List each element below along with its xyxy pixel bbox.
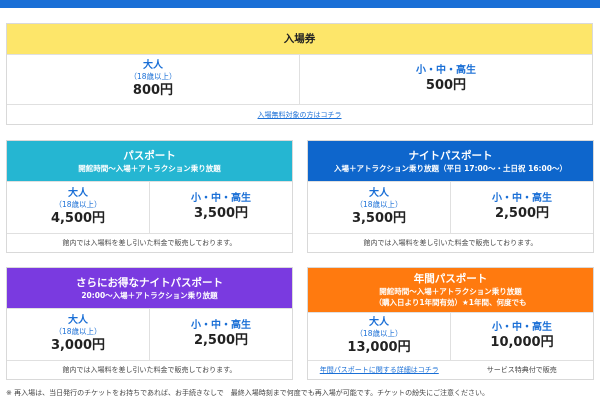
deal-night-passport-title: さらにお得なナイトパスポート	[76, 276, 223, 289]
student-label: 小・中・高生	[191, 320, 251, 331]
passport-title: パスポート	[123, 149, 176, 162]
adult-age: （18歳以上）	[129, 72, 177, 81]
adult-age: （18歳以上）	[54, 200, 102, 209]
deal-night-passport-subtitle: 20:00〜入場＋アトラクション乗り放題	[81, 290, 218, 300]
deal-night-passport-note: 館内では入場料を差し引いた料金で販売しております。	[7, 360, 292, 379]
deal-night-passport-header: さらにお得なナイトパスポート 20:00〜入場＋アトラクション乗り放題	[7, 268, 292, 308]
student-price: 10,000円	[490, 335, 554, 350]
admission-header: 入場券	[7, 24, 592, 54]
passport-student: 小・中・高生 3,500円	[149, 182, 292, 233]
passport-header: パスポート 開館時間〜入場＋アトラクション乗り放題	[7, 141, 292, 181]
adult-label: 大人	[369, 317, 389, 328]
passport-adult: 大人 （18歳以上） 4,500円	[7, 182, 149, 233]
deal-night-passport-card: さらにお得なナイトパスポート 20:00〜入場＋アトラクション乗り放題 大人 （…	[6, 267, 293, 380]
student-label: 小・中・高生	[416, 65, 476, 76]
admission-adult: 大人 （18歳以上） 800円	[7, 55, 299, 104]
annual-passport-subtitle: 開館時間〜入場＋アトラクション乗り放題	[379, 287, 522, 296]
night-passport-title: ナイトパスポート	[408, 149, 493, 162]
student-price: 2,500円	[193, 333, 249, 348]
passport-subtitle: 開館時間〜入場＋アトラクション乗り放題	[78, 163, 221, 173]
night-adult: 大人 （18歳以上） 3,500円	[308, 182, 450, 233]
free-admission-link[interactable]: 入場無料対象の方はコチラ	[258, 110, 342, 120]
student-label: 小・中・高生	[492, 322, 552, 333]
adult-age: （18歳以上）	[355, 329, 403, 338]
adult-label: 大人	[369, 188, 389, 199]
annual-passport-details-link[interactable]: 年間パスポートに関する詳細はコチラ	[320, 365, 439, 375]
adult-price: 13,000円	[347, 340, 411, 355]
student-price: 2,500円	[494, 206, 550, 221]
adult-age: （18歳以上）	[355, 200, 403, 209]
reentry-footnote: ※ 再入場は、当日発行のチケットをお持ちであれば、お手続きなしで 最終入場時刻ま…	[6, 389, 489, 397]
annual-passport-prices: 大人 （18歳以上） 13,000円 小・中・高生 10,000円	[308, 312, 593, 360]
student-price: 3,500円	[193, 206, 249, 221]
passport-note: 館内では入場料を差し引いた料金で販売しております。	[7, 233, 292, 252]
adult-label: 大人	[143, 60, 163, 71]
adult-price: 3,500円	[351, 211, 407, 226]
deal-student: 小・中・高生 2,500円	[149, 309, 292, 360]
admission-card: 入場券 大人 （18歳以上） 800円 小・中・高生 500円 入場無料対象の方…	[6, 23, 593, 125]
adult-price: 4,500円	[50, 211, 106, 226]
annual-passport-note: サービス特典付で販売	[486, 366, 557, 374]
annual-passport-card: 年間パスポート 開館時間〜入場＋アトラクション乗り放題 （購入日より1年間有効）…	[307, 267, 594, 380]
annual-link-cell: 年間パスポートに関する詳細はコチラ	[308, 361, 451, 379]
top-bar	[0, 0, 600, 8]
student-label: 小・中・高生	[492, 193, 552, 204]
night-passport-header: ナイトパスポート 入場＋アトラクション乗り放題（平日 17:00〜・土日祝 16…	[308, 141, 593, 181]
annual-passport-validity: （購入日より1年間有効）★1年間、何度でも	[374, 298, 527, 307]
annual-note-cell: サービス特典付で販売	[451, 361, 594, 379]
annual-passport-note-row: 年間パスポートに関する詳細はコチラ サービス特典付で販売	[308, 360, 593, 379]
passport-card: パスポート 開館時間〜入場＋アトラクション乗り放題 大人 （18歳以上） 4,5…	[6, 140, 293, 253]
adult-price: 3,000円	[50, 338, 106, 353]
deal-adult: 大人 （18歳以上） 3,000円	[7, 309, 149, 360]
adult-label: 大人	[68, 188, 88, 199]
admission-note: 入場無料対象の方はコチラ	[7, 104, 592, 124]
annual-passport-header: 年間パスポート 開館時間〜入場＋アトラクション乗り放題 （購入日より1年間有効）…	[308, 268, 593, 312]
adult-price: 800円	[132, 83, 174, 98]
night-passport-card: ナイトパスポート 入場＋アトラクション乗り放題（平日 17:00〜・土日祝 16…	[307, 140, 594, 253]
annual-passport-title: 年間パスポート	[413, 273, 488, 285]
night-passport-subtitle: 入場＋アトラクション乗り放題（平日 17:00〜・土日祝 16:00〜）	[334, 163, 567, 173]
admission-student: 小・中・高生 500円	[299, 55, 592, 104]
night-passport-note: 館内では入場料を差し引いた料金で販売しております。	[308, 233, 593, 252]
deal-night-passport-prices: 大人 （18歳以上） 3,000円 小・中・高生 2,500円	[7, 308, 292, 360]
admission-prices: 大人 （18歳以上） 800円 小・中・高生 500円	[7, 54, 592, 104]
passport-prices: 大人 （18歳以上） 4,500円 小・中・高生 3,500円	[7, 181, 292, 233]
student-price: 500円	[425, 78, 467, 93]
student-label: 小・中・高生	[191, 193, 251, 204]
adult-label: 大人	[68, 315, 88, 326]
admission-title: 入場券	[283, 33, 316, 45]
annual-student: 小・中・高生 10,000円	[450, 313, 593, 360]
adult-age: （18歳以上）	[54, 327, 102, 336]
annual-adult: 大人 （18歳以上） 13,000円	[308, 313, 450, 360]
night-passport-prices: 大人 （18歳以上） 3,500円 小・中・高生 2,500円	[308, 181, 593, 233]
night-student: 小・中・高生 2,500円	[450, 182, 593, 233]
